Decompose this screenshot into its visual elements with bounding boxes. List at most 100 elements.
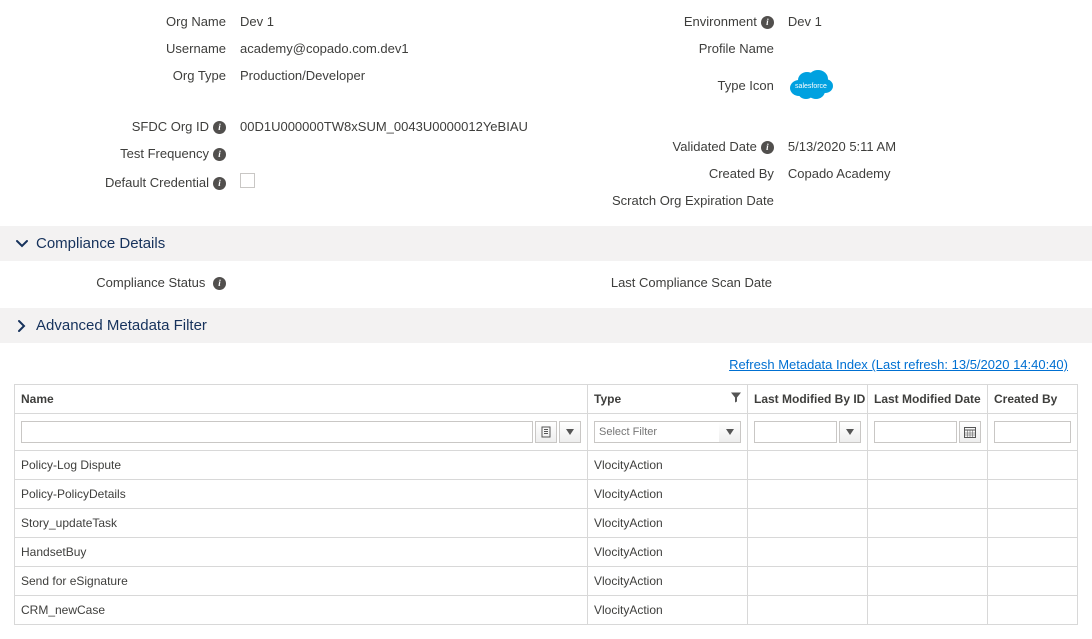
- metadata-table: Name Type Last Modified By ID Last Modif…: [14, 384, 1078, 625]
- field-value[interactable]: Dev 1: [240, 14, 274, 29]
- filter-lmbid-dropdown[interactable]: [839, 421, 861, 443]
- cell-cb: [988, 538, 1078, 567]
- compliance-status-label: Compliance Status: [96, 275, 205, 290]
- field-row: Default Credential i: [20, 167, 528, 197]
- filter-dropdown-button[interactable]: [559, 421, 581, 443]
- table-row[interactable]: CRM_newCaseVlocityAction: [15, 596, 1078, 625]
- field-value[interactable]: academy@copado.com.dev1: [240, 41, 409, 56]
- cell-cb: [988, 451, 1078, 480]
- cell-lmd: [868, 538, 988, 567]
- col-header-name[interactable]: Name: [15, 385, 588, 414]
- field-row: Validated Date i 5/13/2020 5:11 AM: [568, 133, 1072, 160]
- field-label: Default Credential: [105, 175, 209, 190]
- chevron-right-icon: [14, 318, 30, 334]
- cell-name: HandsetBuy: [15, 538, 588, 567]
- cell-cb: [988, 480, 1078, 509]
- refresh-metadata-link[interactable]: Refresh Metadata Index (Last refresh: 13…: [729, 357, 1068, 372]
- section-advanced-title: Advanced Metadata Filter: [36, 317, 207, 334]
- cell-lmbid: [748, 538, 868, 567]
- filter-type-input[interactable]: [594, 421, 720, 443]
- table-filter-row: [15, 414, 1078, 451]
- filter-mode-button[interactable]: [535, 421, 557, 443]
- filter-name-input[interactable]: [21, 421, 533, 443]
- info-icon[interactable]: i: [761, 16, 774, 29]
- cell-name: Policy-PolicyDetails: [15, 480, 588, 509]
- cell-lmbid: [748, 596, 868, 625]
- field-value[interactable]: Copado Academy: [788, 166, 891, 181]
- field-label: Scratch Org Expiration Date: [612, 193, 774, 208]
- col-header-lmbid[interactable]: Last Modified By ID: [748, 385, 868, 414]
- cell-lmd: [868, 567, 988, 596]
- field-label: Created By: [709, 166, 774, 181]
- table-row[interactable]: Send for eSignatureVlocityAction: [15, 567, 1078, 596]
- field-row: Created By Copado Academy: [568, 160, 1072, 187]
- filter-icon[interactable]: [731, 393, 741, 406]
- field-row: Type Icon salesforce: [568, 62, 1072, 109]
- info-icon[interactable]: i: [213, 148, 226, 161]
- field-row: Environment i Dev 1: [568, 8, 1072, 35]
- details-left-col: Org Name Dev 1 Username academy@copado.com.…: [20, 8, 528, 214]
- filter-cb-input[interactable]: [994, 421, 1071, 443]
- field-label: Org Name: [166, 14, 226, 29]
- info-icon[interactable]: i: [213, 277, 226, 290]
- col-header-type[interactable]: Type: [588, 385, 748, 414]
- compliance-scan-label: Last Compliance Scan Date: [611, 275, 772, 290]
- info-icon[interactable]: i: [213, 177, 226, 190]
- metadata-table-wrap: Name Type Last Modified By ID Last Modif…: [0, 384, 1092, 639]
- cell-name: Policy-Log Dispute: [15, 451, 588, 480]
- org-details: Org Name Dev 1 Username academy@copado.com.…: [0, 0, 1092, 226]
- field-label: Username: [166, 41, 226, 56]
- table-header-row: Name Type Last Modified By ID Last Modif…: [15, 385, 1078, 414]
- checkbox[interactable]: [240, 173, 255, 188]
- cell-cb: [988, 567, 1078, 596]
- info-icon[interactable]: i: [761, 141, 774, 154]
- compliance-body: Compliance Status i Last Compliance Scan…: [0, 261, 1092, 308]
- field-value[interactable]: 00D1U000000TW8xSUM_0043U0000012YeBIAU: [240, 119, 528, 134]
- field-row: Org Name Dev 1: [20, 8, 528, 35]
- refresh-bar: Refresh Metadata Index (Last refresh: 13…: [0, 343, 1092, 384]
- filter-lmbid-input[interactable]: [754, 421, 837, 443]
- cell-type: VlocityAction: [588, 480, 748, 509]
- section-compliance-title: Compliance Details: [36, 235, 165, 252]
- details-right-col: Environment i Dev 1 Profile Name Type Icon sa…: [568, 8, 1072, 214]
- cell-name: Story_updateTask: [15, 509, 588, 538]
- table-row[interactable]: Story_updateTaskVlocityAction: [15, 509, 1078, 538]
- chevron-down-icon: [14, 236, 30, 252]
- cell-lmbid: [748, 480, 868, 509]
- cell-type: VlocityAction: [588, 509, 748, 538]
- cell-lmd: [868, 480, 988, 509]
- col-header-cb[interactable]: Created By: [988, 385, 1078, 414]
- field-value[interactable]: 5/13/2020 5:11 AM: [788, 139, 896, 154]
- field-row: Profile Name: [568, 35, 1072, 62]
- cell-type: VlocityAction: [588, 538, 748, 567]
- section-advanced-header[interactable]: Advanced Metadata Filter: [0, 308, 1092, 343]
- section-compliance-header[interactable]: Compliance Details: [0, 226, 1092, 261]
- cell-type: VlocityAction: [588, 567, 748, 596]
- salesforce-icon: salesforce: [788, 68, 834, 103]
- field-value: [240, 173, 255, 191]
- col-header-lmd[interactable]: Last Modified Date: [868, 385, 988, 414]
- filter-lmd-input[interactable]: [874, 421, 957, 443]
- calendar-icon[interactable]: [959, 421, 981, 443]
- cell-name: Send for eSignature: [15, 567, 588, 596]
- cell-type: VlocityAction: [588, 451, 748, 480]
- table-row[interactable]: Policy-PolicyDetailsVlocityAction: [15, 480, 1078, 509]
- field-label: Validated Date: [673, 139, 757, 154]
- field-label: Environment: [684, 14, 757, 29]
- field-label: Org Type: [173, 68, 226, 83]
- cell-lmbid: [748, 567, 868, 596]
- cell-lmbid: [748, 451, 868, 480]
- table-row[interactable]: Policy-Log DisputeVlocityAction: [15, 451, 1078, 480]
- svg-text:salesforce: salesforce: [795, 83, 827, 90]
- cell-lmbid: [748, 509, 868, 538]
- field-row: SFDC Org ID i 00D1U000000TW8xSUM_0043U0000…: [20, 113, 528, 140]
- field-value[interactable]: Production/Developer: [240, 68, 365, 83]
- filter-type-dropdown[interactable]: [719, 421, 741, 443]
- cell-name: CRM_newCase: [15, 596, 588, 625]
- info-icon[interactable]: i: [213, 121, 226, 134]
- field-value[interactable]: Dev 1: [788, 14, 822, 29]
- table-row[interactable]: HandsetBuyVlocityAction: [15, 538, 1078, 567]
- field-label: SFDC Org ID: [132, 119, 209, 134]
- field-row: Username academy@copado.com.dev1: [20, 35, 528, 62]
- field-label: Type Icon: [718, 78, 774, 93]
